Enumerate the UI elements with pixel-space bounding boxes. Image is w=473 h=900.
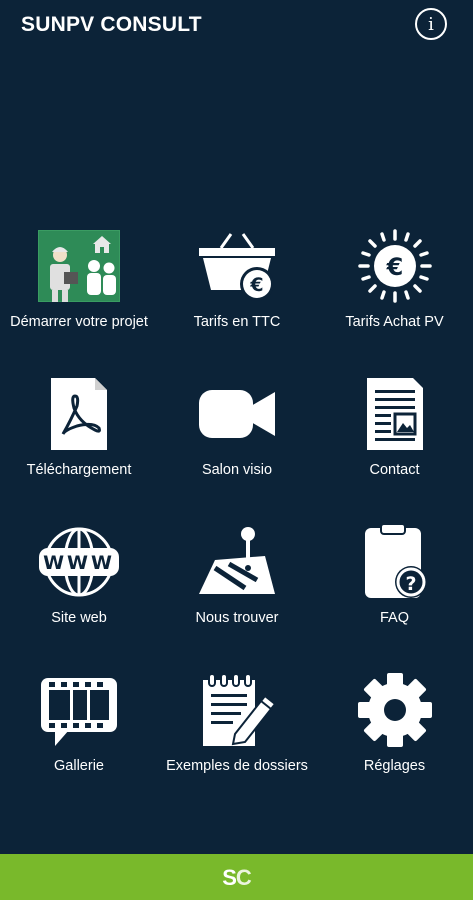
menu-label: Exemples de dossiers (166, 758, 308, 774)
menu-item-site-web[interactable]: WWW Site web (0, 524, 158, 672)
logo-s: S (222, 864, 237, 890)
menu-item-reglages[interactable]: Réglages (316, 672, 473, 820)
svg-text:WWW: WWW (43, 552, 115, 574)
project-illustration-icon (37, 228, 121, 304)
pdf-document-icon (37, 376, 121, 452)
menu-label: FAQ (379, 610, 409, 626)
app-title: SUNPV CONSULT (21, 13, 202, 36)
newspaper-icon (353, 376, 437, 452)
menu-label: Tarifs Achat PV (345, 314, 444, 330)
menu-item-contact[interactable]: Contact (316, 376, 473, 524)
menu-label: Site web (51, 610, 107, 626)
basket-euro-icon: € (195, 228, 279, 304)
menu-item-exemples-dossiers[interactable]: Exemples de dossiers (158, 672, 316, 820)
sc-logo[interactable]: SC (220, 861, 254, 894)
svg-text:?: ? (405, 573, 416, 595)
gear-icon (353, 672, 437, 748)
menu-label: Contact (369, 462, 420, 478)
menu-item-gallerie[interactable]: Gallerie (0, 672, 158, 820)
menu-item-tarifs-ttc[interactable]: € Tarifs en TTC (158, 228, 316, 376)
menu-item-telechargement[interactable]: Téléchargement (0, 376, 158, 524)
menu-label: Gallerie (54, 758, 104, 774)
menu-label: Démarrer votre projet (10, 314, 148, 330)
logo-c: C (235, 864, 252, 890)
menu-item-nous-trouver[interactable]: Nous trouver (158, 524, 316, 672)
film-strip-icon (37, 672, 121, 748)
svg-text:€: € (385, 253, 403, 281)
svg-text:€: € (249, 274, 263, 296)
app-header: SUNPV CONSULT i (0, 0, 473, 54)
menu-label: Salon visio (201, 462, 273, 478)
sun-euro-icon: € (353, 228, 437, 304)
video-camera-icon (195, 376, 279, 452)
map-pin-icon (195, 524, 279, 600)
menu-grid: Démarrer votre projet € Tarifs en TTC € … (0, 228, 473, 820)
menu-item-salon-visio[interactable]: Salon visio (158, 376, 316, 524)
clipboard-question-icon: ? (353, 524, 437, 600)
www-globe-icon: WWW (37, 524, 121, 600)
notepad-pencil-icon (195, 672, 279, 748)
footer-bar: SC (0, 854, 473, 900)
menu-item-faq[interactable]: ? FAQ (316, 524, 473, 672)
menu-label: Téléchargement (26, 462, 132, 478)
menu-item-demarrer-projet[interactable]: Démarrer votre projet (0, 228, 158, 376)
menu-label: Tarifs en TTC (193, 314, 281, 330)
menu-item-tarifs-achat-pv[interactable]: € Tarifs Achat PV (316, 228, 473, 376)
info-button[interactable]: i (415, 8, 447, 40)
menu-label: Réglages (363, 758, 426, 774)
menu-label: Nous trouver (195, 610, 279, 626)
